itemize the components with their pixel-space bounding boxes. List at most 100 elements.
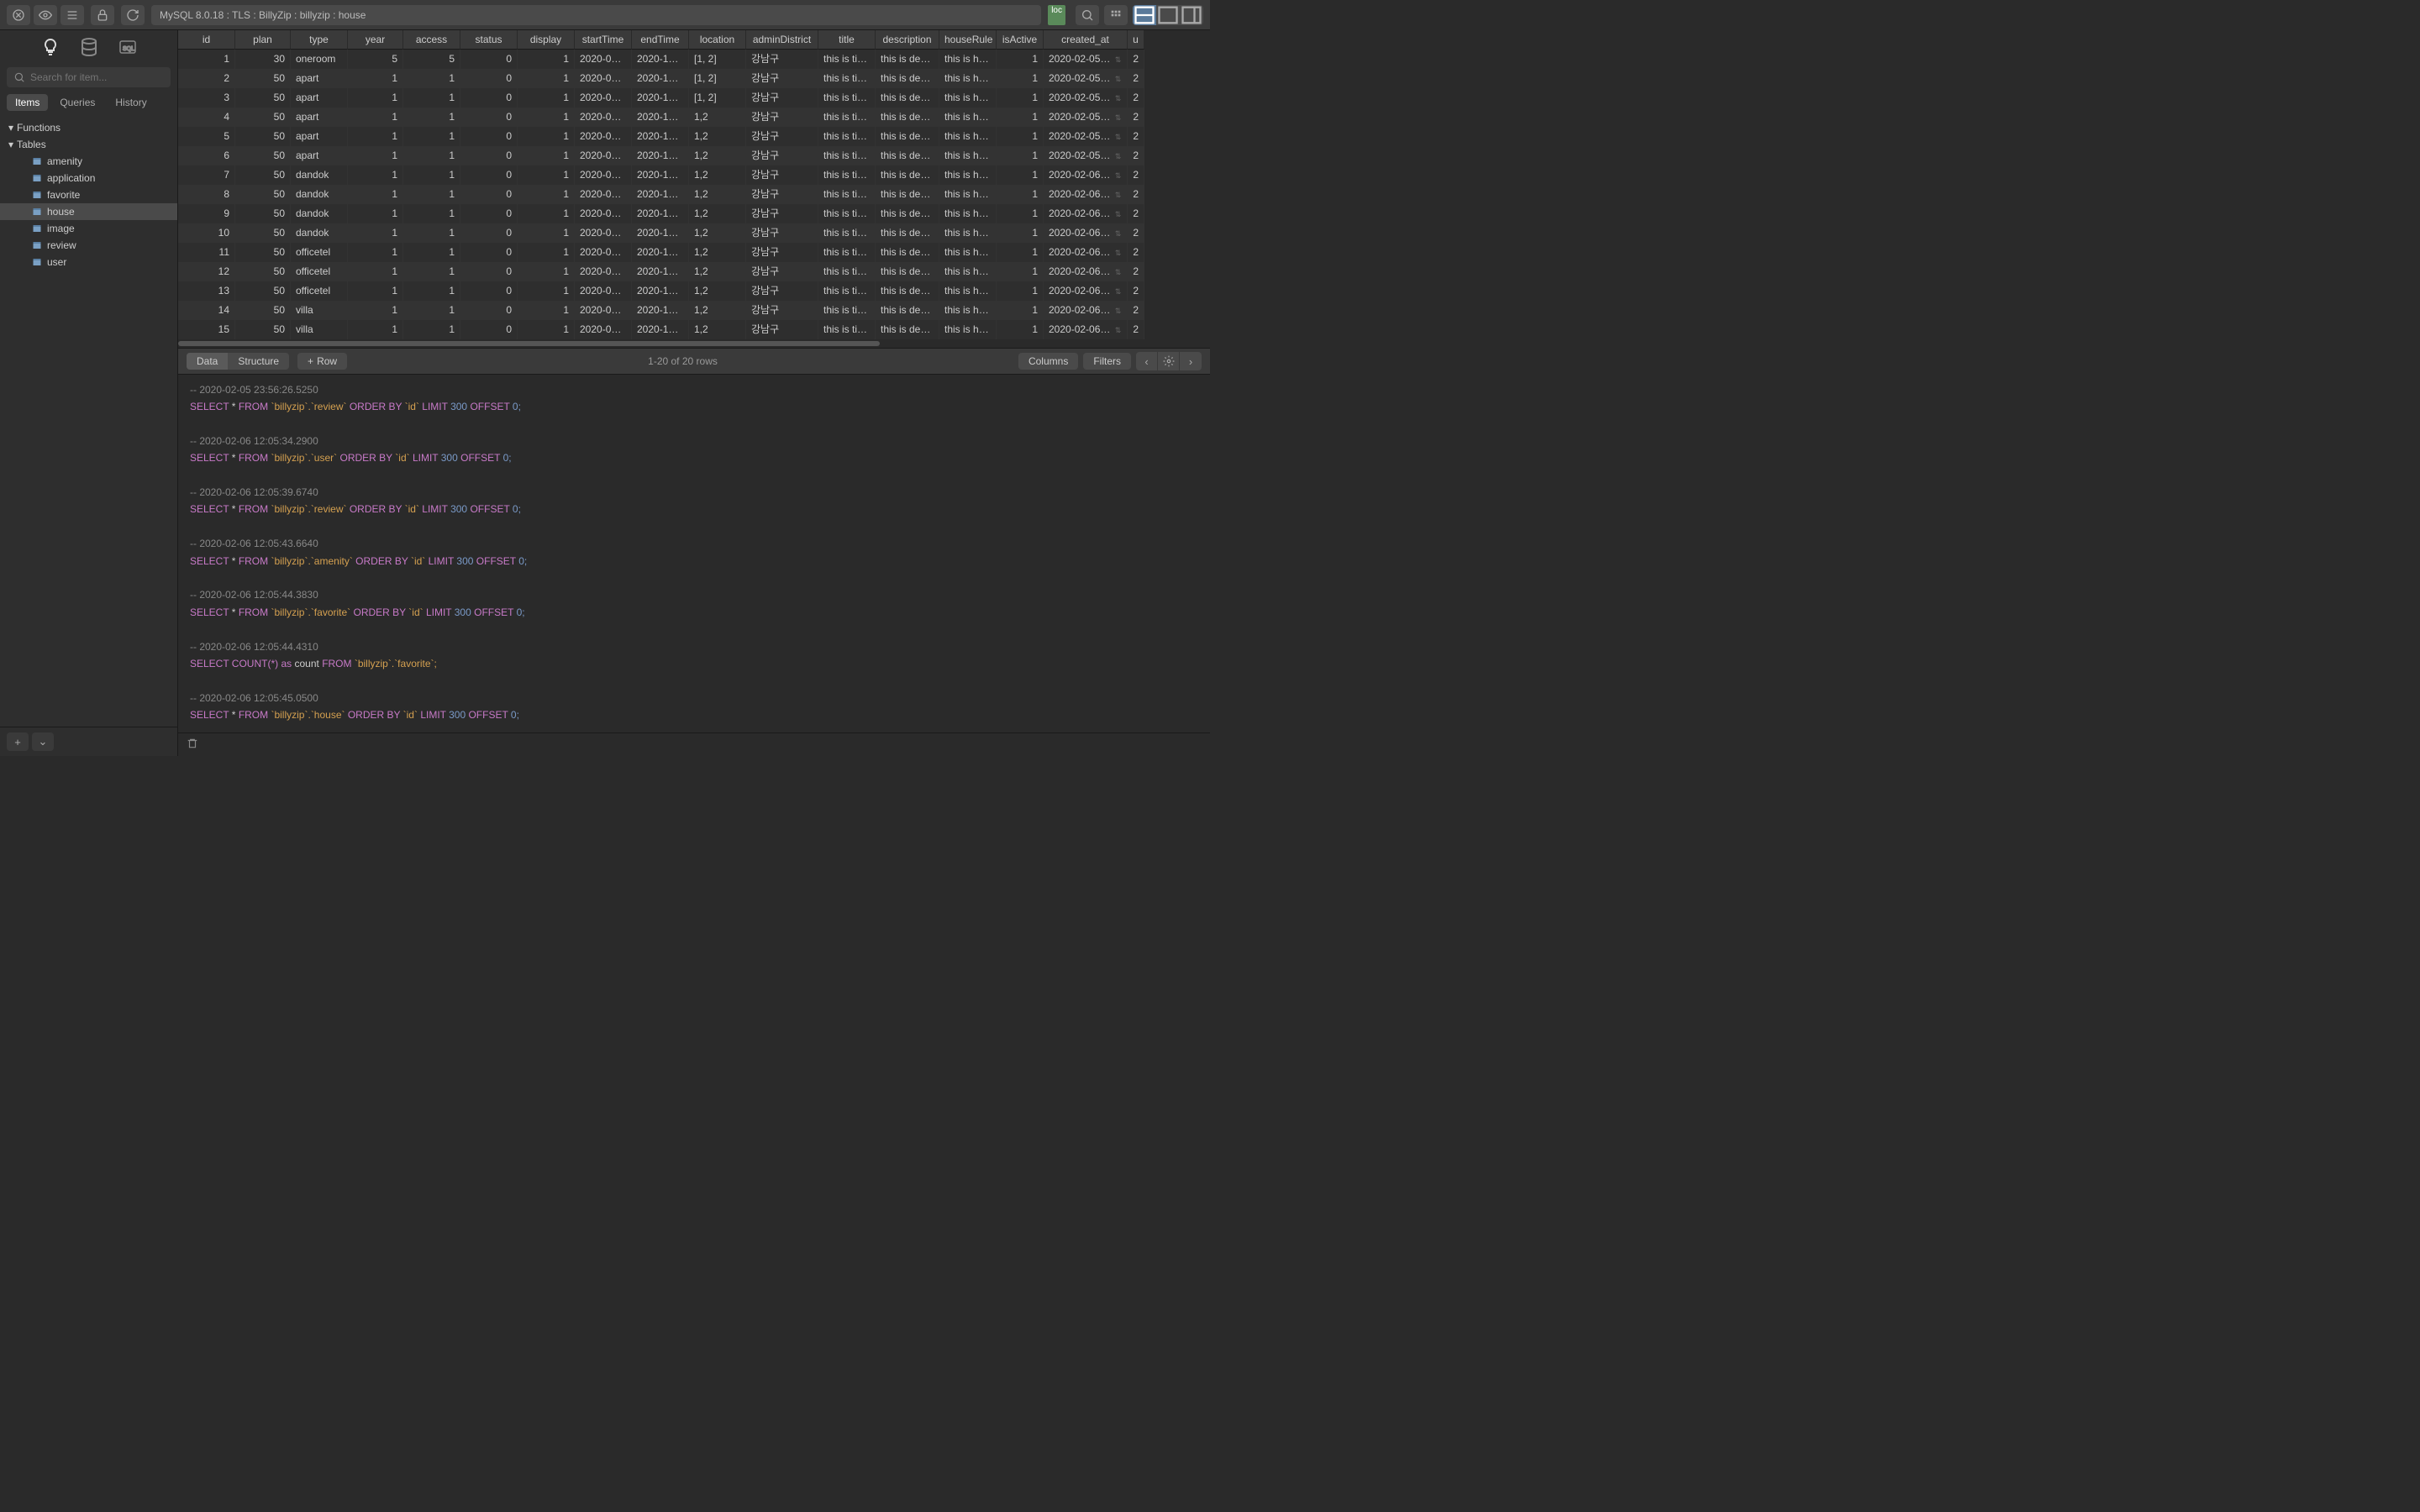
cell[interactable]: 1 [518, 165, 575, 185]
cell[interactable]: 1 [403, 223, 460, 243]
cell[interactable]: [1, 2] [689, 69, 746, 88]
cell[interactable]: 2020-12… [632, 281, 689, 301]
cell[interactable]: 1 [997, 223, 1044, 243]
cell[interactable]: this is hou… [939, 204, 997, 223]
cell[interactable]: 2020-12… [632, 301, 689, 320]
prev-page-button[interactable]: ‹ [1136, 352, 1158, 370]
cell[interactable]: officetel [291, 243, 348, 262]
cell[interactable]: 50 [235, 262, 291, 281]
cell[interactable]: apart [291, 146, 348, 165]
cell[interactable]: this is hou… [939, 243, 997, 262]
cell[interactable]: this is hou… [939, 301, 997, 320]
cell[interactable]: 강남구 [746, 301, 818, 320]
cell[interactable]: apart [291, 127, 348, 146]
cell[interactable]: 1 [518, 301, 575, 320]
tree-group-functions[interactable]: ▾ Functions [0, 119, 177, 136]
cell[interactable]: 1 [348, 165, 403, 185]
cell[interactable]: 2020-02-06… ⇅ [1044, 223, 1128, 243]
cell[interactable]: 2020-12… [632, 146, 689, 165]
cell[interactable]: 7 [178, 165, 235, 185]
dropdown-button[interactable]: ⌄ [32, 732, 54, 751]
data-grid[interactable]: idplantypeyearaccessstatusdisplaystartTi… [178, 30, 1210, 339]
cell[interactable]: 0 [460, 69, 518, 88]
cell[interactable]: 1 [997, 204, 1044, 223]
cell[interactable]: 50 [235, 185, 291, 204]
cell[interactable]: 1 [997, 243, 1044, 262]
cell[interactable]: 1 [403, 146, 460, 165]
cell[interactable]: 1 [348, 204, 403, 223]
cell[interactable]: dandok [291, 185, 348, 204]
cell[interactable]: 2020-02-06… ⇅ [1044, 262, 1128, 281]
cell[interactable]: 1,2 [689, 127, 746, 146]
cell[interactable]: 0 [460, 185, 518, 204]
cell[interactable]: 2020-02… [575, 262, 632, 281]
cell[interactable]: 2020-12… [632, 320, 689, 339]
cell[interactable]: this is hou… [939, 50, 997, 69]
cell[interactable]: this is titl… [818, 127, 876, 146]
cell[interactable]: 2020-02-05… ⇅ [1044, 146, 1128, 165]
database-icon[interactable] [79, 37, 99, 57]
cell[interactable]: 강남구 [746, 146, 818, 165]
cell[interactable]: 12 [178, 262, 235, 281]
cell[interactable]: this is titl… [818, 223, 876, 243]
cell[interactable]: 2020-02-05… ⇅ [1044, 88, 1128, 108]
column-header[interactable]: created_at [1044, 30, 1128, 50]
cell[interactable]: this is des… [876, 146, 939, 165]
cell[interactable]: 50 [235, 223, 291, 243]
cell[interactable]: 1 [518, 262, 575, 281]
cell[interactable]: 강남구 [746, 50, 818, 69]
column-header[interactable]: plan [235, 30, 291, 50]
layout-toggle[interactable] [1133, 5, 1203, 25]
cell[interactable]: 강남구 [746, 108, 818, 127]
cell[interactable]: this is des… [876, 320, 939, 339]
cell[interactable]: this is hou… [939, 320, 997, 339]
cell[interactable]: 8 [178, 185, 235, 204]
cell[interactable]: officetel [291, 262, 348, 281]
cell[interactable]: 강남구 [746, 88, 818, 108]
cell[interactable]: 2 [1128, 165, 1144, 185]
cell[interactable]: 10 [178, 223, 235, 243]
cell[interactable]: 강남구 [746, 127, 818, 146]
cell[interactable]: 2 [178, 69, 235, 88]
cell[interactable]: 2020-02… [575, 281, 632, 301]
cell[interactable]: 2 [1128, 50, 1144, 69]
cell[interactable]: 0 [460, 262, 518, 281]
cell[interactable]: 9 [178, 204, 235, 223]
cell[interactable]: this is hou… [939, 127, 997, 146]
layout-sidebar-icon[interactable] [1180, 5, 1203, 25]
cell[interactable]: 1 [997, 185, 1044, 204]
cell[interactable]: 강남구 [746, 165, 818, 185]
cell[interactable]: 50 [235, 108, 291, 127]
tab-structure[interactable]: Structure [228, 353, 289, 370]
cell[interactable]: 0 [460, 88, 518, 108]
cell[interactable]: 1 [997, 165, 1044, 185]
cell[interactable]: this is titl… [818, 50, 876, 69]
column-header[interactable]: type [291, 30, 348, 50]
tab-items[interactable]: Items [7, 94, 48, 111]
cell[interactable]: 1 [518, 281, 575, 301]
column-header[interactable]: year [348, 30, 403, 50]
cell[interactable]: 1 [518, 320, 575, 339]
cell[interactable]: 2 [1128, 243, 1144, 262]
cell[interactable]: 1,2 [689, 146, 746, 165]
cell[interactable]: 2 [1128, 127, 1144, 146]
cell[interactable]: 2 [1128, 223, 1144, 243]
cell[interactable]: 1 [403, 185, 460, 204]
search-button[interactable] [1076, 5, 1099, 25]
cell[interactable]: 1 [997, 108, 1044, 127]
cell[interactable]: 1 [518, 88, 575, 108]
cell[interactable]: 1 [403, 165, 460, 185]
cell[interactable]: 1 [518, 243, 575, 262]
tree-item-application[interactable]: application [0, 170, 177, 186]
column-header[interactable]: id [178, 30, 235, 50]
cell[interactable]: [1, 2] [689, 50, 746, 69]
close-connection-button[interactable] [7, 5, 30, 25]
column-header[interactable]: endTime [632, 30, 689, 50]
cell[interactable]: 5 [403, 50, 460, 69]
cell[interactable]: this is des… [876, 88, 939, 108]
cell[interactable]: this is des… [876, 165, 939, 185]
cell[interactable]: 2 [1128, 108, 1144, 127]
column-header[interactable]: description [876, 30, 939, 50]
cell[interactable]: 50 [235, 320, 291, 339]
cell[interactable]: 50 [235, 281, 291, 301]
